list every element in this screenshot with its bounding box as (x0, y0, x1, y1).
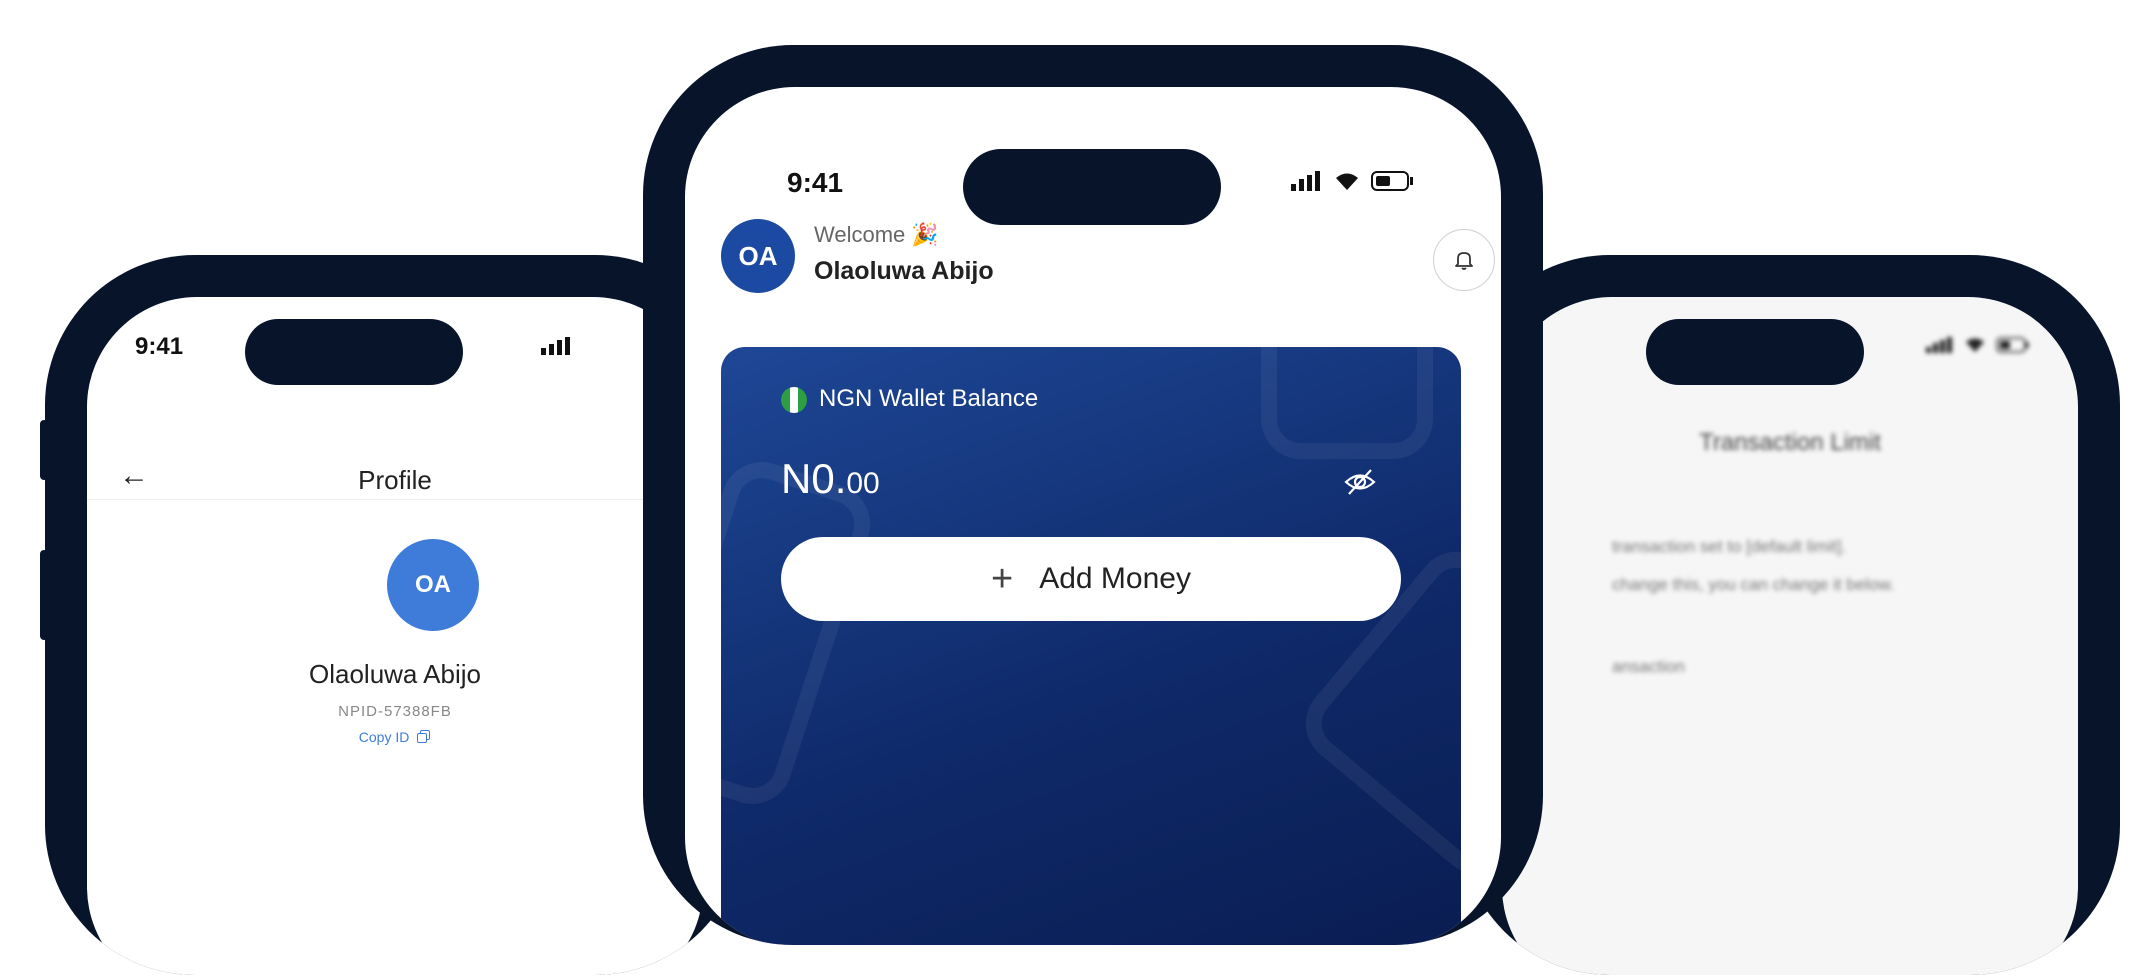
section-label: ansaction (1612, 657, 1685, 676)
nigeria-flag-icon (781, 387, 807, 413)
phone-right: Transaction Limit transaction set to [de… (1460, 255, 2120, 975)
dynamic-island (963, 149, 1221, 225)
home-screen: 9:41 OA Welcome 🎉 Olaoluwa Abijo NGN Wal… (685, 87, 1501, 945)
status-icons (541, 337, 571, 355)
avatar[interactable]: OA (721, 219, 795, 293)
eye-off-icon (1344, 469, 1376, 495)
side-button (40, 550, 48, 640)
signal-icon (1926, 337, 1952, 353)
wallet-card: NGN Wallet Balance N0.00 + Add Money (721, 347, 1461, 945)
status-icons (1926, 337, 2030, 353)
dynamic-island (245, 319, 463, 385)
welcome-label: Welcome (814, 222, 906, 247)
card-decoration (1261, 347, 1433, 459)
battery-icon (1996, 337, 2029, 353)
status-time: 9:41 (135, 333, 184, 360)
profile-header: ← Profile (87, 437, 703, 500)
party-emoji-icon: 🎉 (911, 222, 939, 247)
phone-left: 9:41 ← Profile OA Olaoluwa Abijo NPID-57… (45, 255, 745, 975)
signal-icon (1291, 171, 1320, 191)
wallet-balance: N0.00 (781, 455, 880, 503)
user-name: Olaoluwa Abijo (814, 257, 994, 285)
welcome-text: Welcome 🎉 (814, 222, 939, 248)
avatar[interactable]: OA (387, 539, 479, 631)
limit-description-line: transaction set to [default limit]. (1612, 537, 1847, 556)
copy-id-label: Copy ID (358, 729, 410, 745)
add-money-label: Add Money (1039, 562, 1191, 595)
plus-icon: + (991, 557, 1014, 600)
add-money-button[interactable]: + Add Money (781, 537, 1401, 621)
status-time: 9:41 (787, 167, 844, 198)
status-icons (1291, 171, 1415, 191)
notification-button[interactable] (1433, 229, 1495, 291)
profile-name: Olaoluwa Abijo (309, 659, 481, 689)
side-button (40, 420, 48, 480)
wifi-icon (1336, 173, 1358, 190)
balance-decimal: 00 (846, 467, 880, 500)
transaction-limit-screen: Transaction Limit transaction set to [de… (1502, 297, 2078, 975)
signal-icon (541, 337, 570, 355)
profile-id: NPID-57388FB (338, 703, 452, 720)
hide-balance-button[interactable] (1343, 467, 1377, 502)
side-button (2112, 460, 2120, 570)
wallet-label: NGN Wallet Balance (819, 385, 1039, 412)
page-title: Profile (358, 465, 432, 495)
battery-icon (1371, 171, 1413, 191)
bell-icon (1455, 252, 1473, 270)
balance-main: N0. (781, 455, 847, 502)
copy-icon (417, 730, 431, 743)
copy-id-button[interactable]: Copy ID (87, 729, 703, 745)
phone-center: 9:41 OA Welcome 🎉 Olaoluwa Abijo NGN Wal… (643, 45, 1543, 945)
card-decoration (721, 451, 881, 815)
page-title: Transaction Limit (1699, 429, 1881, 456)
dynamic-island (1646, 319, 1864, 385)
wifi-icon (1966, 338, 1984, 352)
limit-description-line: change this, you can change it below. (1612, 575, 1895, 594)
profile-screen: 9:41 ← Profile OA Olaoluwa Abijo NPID-57… (87, 297, 703, 975)
